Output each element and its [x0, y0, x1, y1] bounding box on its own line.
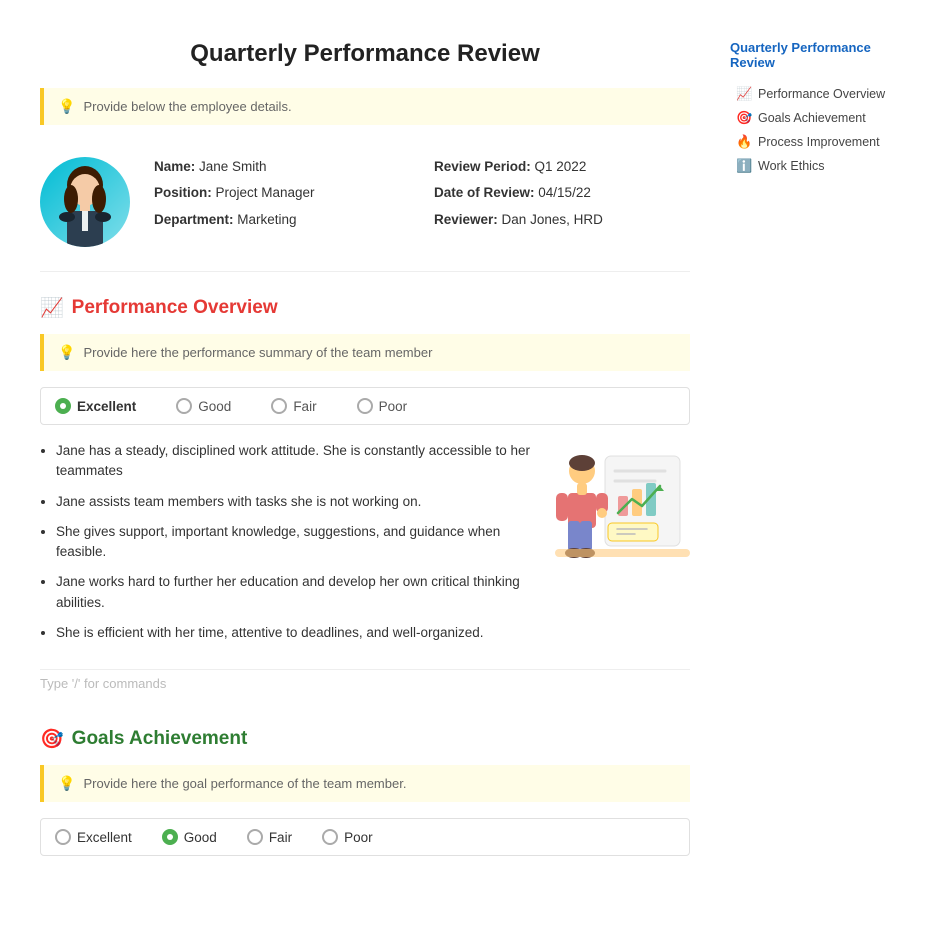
- employee-card: Name: Jane Smith Position: Project Manag…: [40, 141, 690, 272]
- performance-rating-row: Excellent Good Fair Poor: [40, 387, 690, 425]
- goals-icon: 🎯: [40, 727, 64, 751]
- goals-rating-poor[interactable]: Poor: [322, 829, 373, 845]
- bullet-5: She is efficient with her time, attentiv…: [56, 623, 530, 643]
- rating-excellent[interactable]: Excellent: [55, 398, 136, 414]
- employee-info-left: Name: Jane Smith Position: Project Manag…: [154, 157, 410, 236]
- bullet-3: She gives support, important knowledge, …: [56, 522, 530, 563]
- review-period: Review Period: Q1 2022: [434, 157, 690, 177]
- avatar-svg: [40, 157, 130, 247]
- sidebar: Quarterly Performance Review 📈 Performan…: [720, 20, 920, 906]
- goals-radio-good[interactable]: [162, 829, 178, 845]
- bullet-2: Jane assists team members with tasks she…: [56, 492, 530, 512]
- performance-bullet-list: Jane has a steady, disciplined work atti…: [40, 441, 530, 653]
- goals-rating-good[interactable]: Good: [162, 829, 217, 845]
- sidebar-ethics-icon: ℹ️: [736, 158, 752, 174]
- goals-rating-fair[interactable]: Fair: [247, 829, 292, 845]
- performance-bullets-section: Jane has a steady, disciplined work atti…: [40, 441, 690, 653]
- goals-rating-excellent[interactable]: Excellent: [55, 829, 132, 845]
- bulb-icon: 💡: [58, 98, 75, 115]
- employee-info-right: Review Period: Q1 2022 Date of Review: 0…: [434, 157, 690, 236]
- sidebar-performance-label: Performance Overview: [758, 87, 885, 101]
- employee-position: Position: Project Manager: [154, 183, 410, 203]
- performance-section-title: 📈 Performance Overview: [40, 296, 690, 320]
- radio-excellent[interactable]: [55, 398, 71, 414]
- avatar: [40, 157, 130, 247]
- sidebar-process-icon: 🔥: [736, 134, 752, 150]
- sidebar-item-process[interactable]: 🔥 Process Improvement: [730, 130, 910, 154]
- goals-radio-excellent[interactable]: [55, 829, 71, 845]
- goals-banner: 💡 Provide here the goal performance of t…: [40, 765, 690, 802]
- top-info-banner: 💡 Provide below the employee details.: [40, 88, 690, 125]
- goals-section-title: 🎯 Goals Achievement: [40, 727, 690, 751]
- radio-fair[interactable]: [271, 398, 287, 414]
- performance-banner-text: Provide here the performance summary of …: [83, 345, 432, 360]
- goals-rating-row: Excellent Good Fair Poor: [40, 818, 690, 856]
- top-banner-text: Provide below the employee details.: [83, 99, 291, 114]
- sidebar-performance-icon: 📈: [736, 86, 752, 102]
- goals-radio-fair[interactable]: [247, 829, 263, 845]
- goals-section: 🎯 Goals Achievement 💡 Provide here the g…: [40, 727, 690, 856]
- sidebar-item-ethics[interactable]: ℹ️ Work Ethics: [730, 154, 910, 178]
- goals-banner-text: Provide here the goal performance of the…: [83, 776, 406, 791]
- page-title: Quarterly Performance Review: [40, 40, 690, 68]
- illustration-svg: [550, 441, 690, 571]
- goals-radio-poor[interactable]: [322, 829, 338, 845]
- radio-poor[interactable]: [357, 398, 373, 414]
- sidebar-ethics-label: Work Ethics: [758, 159, 824, 173]
- bullet-1: Jane has a steady, disciplined work atti…: [56, 441, 530, 482]
- reviewer: Reviewer: Dan Jones, HRD: [434, 210, 690, 230]
- type-hint[interactable]: Type '/' for commands: [40, 669, 690, 697]
- radio-good[interactable]: [176, 398, 192, 414]
- performance-banner: 💡 Provide here the performance summary o…: [40, 334, 690, 371]
- goals-bulb-icon: 💡: [58, 775, 75, 792]
- sidebar-title: Quarterly Performance Review: [730, 40, 910, 70]
- sidebar-item-goals[interactable]: 🎯 Goals Achievement: [730, 106, 910, 130]
- performance-icon: 📈: [40, 296, 64, 320]
- rating-poor[interactable]: Poor: [357, 398, 408, 414]
- sidebar-process-label: Process Improvement: [758, 135, 880, 149]
- bullet-4: Jane works hard to further her education…: [56, 572, 530, 613]
- sidebar-item-performance[interactable]: 📈 Performance Overview: [730, 82, 910, 106]
- perf-bulb-icon: 💡: [58, 344, 75, 361]
- rating-fair[interactable]: Fair: [271, 398, 316, 414]
- rating-good[interactable]: Good: [176, 398, 231, 414]
- performance-section: 📈 Performance Overview 💡 Provide here th…: [40, 296, 690, 697]
- sidebar-goals-label: Goals Achievement: [758, 111, 866, 125]
- employee-department: Department: Marketing: [154, 210, 410, 230]
- performance-illustration: [550, 441, 690, 574]
- main-content: Quarterly Performance Review 💡 Provide b…: [0, 20, 720, 906]
- sidebar-goals-icon: 🎯: [736, 110, 752, 126]
- employee-name: Name: Jane Smith: [154, 157, 410, 177]
- review-date: Date of Review: 04/15/22: [434, 183, 690, 203]
